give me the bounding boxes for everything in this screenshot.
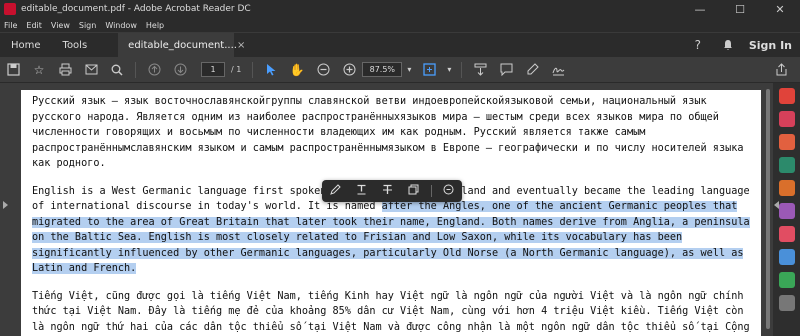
- window-title: editable_document.pdf - Adobe Acrobat Re…: [21, 4, 251, 14]
- scroll-mode-icon[interactable]: [469, 59, 491, 81]
- menu-file[interactable]: File: [4, 21, 17, 30]
- highlight-pen-icon[interactable]: [521, 59, 543, 81]
- chevron-down-icon[interactable]: ▾: [444, 59, 454, 81]
- zoom-in-icon[interactable]: [338, 59, 360, 81]
- highlight-pen-icon[interactable]: [326, 184, 344, 198]
- tab-bar: Home Tools editable_document.... × ? Sig…: [0, 32, 800, 57]
- next-page-icon[interactable]: [169, 59, 191, 81]
- paragraph-russian[interactable]: Русский язык — язык восточнославянскойгр…: [32, 94, 750, 172]
- hand-tool-icon[interactable]: ✋: [286, 59, 308, 81]
- email-icon[interactable]: [80, 59, 102, 81]
- search-icon[interactable]: [106, 59, 128, 81]
- send-for-review-icon[interactable]: [778, 249, 795, 265]
- minimize-button[interactable]: —: [680, 3, 720, 16]
- sign-in-button[interactable]: Sign In: [749, 39, 792, 52]
- comment-tool-icon[interactable]: [778, 180, 795, 196]
- organize-pages-icon[interactable]: [778, 226, 795, 242]
- save-icon[interactable]: [2, 59, 24, 81]
- vertical-scrollbar[interactable]: [763, 83, 773, 336]
- tab-document[interactable]: editable_document.... ×: [118, 33, 245, 57]
- toolbar: ☆ 1 / 1 ✋ 87.5% ▾ ▾: [0, 57, 800, 83]
- expand-left-panel-icon[interactable]: [3, 201, 8, 209]
- select-cursor-icon[interactable]: [260, 59, 282, 81]
- help-icon[interactable]: ?: [689, 36, 707, 54]
- menu-sign[interactable]: Sign: [79, 21, 96, 30]
- page-number-input[interactable]: 1: [201, 62, 225, 77]
- menu-window[interactable]: Window: [105, 21, 137, 30]
- collapse-right-panel-icon[interactable]: [774, 201, 779, 209]
- text-selection-toolbar: [322, 180, 462, 202]
- fill-sign-icon[interactable]: [778, 203, 795, 219]
- export-pdf-icon[interactable]: [778, 88, 795, 104]
- combine-files-icon[interactable]: [778, 157, 795, 173]
- share-icon[interactable]: [770, 59, 792, 81]
- signature-icon[interactable]: [547, 59, 569, 81]
- page-total: / 1: [231, 65, 242, 74]
- more-tools-icon[interactable]: [778, 295, 795, 311]
- tab-tools[interactable]: Tools: [52, 33, 99, 57]
- document-page[interactable]: Русский язык — язык восточнославянскойгр…: [21, 90, 761, 336]
- menu-edit[interactable]: Edit: [26, 21, 42, 30]
- close-button[interactable]: ✕: [760, 3, 800, 16]
- menu-view[interactable]: View: [51, 21, 70, 30]
- acrobat-logo-icon: [4, 3, 16, 15]
- underline-text-icon[interactable]: [352, 184, 370, 198]
- create-pdf-icon[interactable]: [778, 111, 795, 127]
- zoom-level-input[interactable]: 87.5%: [362, 62, 403, 77]
- tools-pane: [773, 83, 800, 336]
- zoom-out-icon[interactable]: [312, 59, 334, 81]
- fit-page-icon[interactable]: [418, 59, 440, 81]
- tab-home[interactable]: Home: [0, 33, 52, 57]
- title-bar: editable_document.pdf - Adobe Acrobat Re…: [0, 0, 800, 18]
- chevron-down-icon[interactable]: ▾: [404, 59, 414, 81]
- copy-icon[interactable]: [405, 184, 423, 198]
- notification-bell-icon[interactable]: [719, 36, 737, 54]
- toolbar-divider: [252, 61, 254, 78]
- strikethrough-text-icon[interactable]: [378, 184, 396, 198]
- edit-pdf-icon[interactable]: [778, 134, 795, 150]
- more-options-icon[interactable]: [440, 184, 458, 198]
- star-bookmark-icon[interactable]: ☆: [28, 59, 50, 81]
- left-pane: [0, 83, 14, 336]
- previous-page-icon[interactable]: [143, 59, 165, 81]
- comment-icon[interactable]: [495, 59, 517, 81]
- scrollbar-thumb[interactable]: [766, 89, 770, 329]
- menu-bar: File Edit View Sign Window Help: [0, 18, 800, 32]
- popup-divider: [430, 185, 432, 197]
- menu-help[interactable]: Help: [146, 21, 164, 30]
- toolbar-divider: [135, 61, 136, 78]
- paragraph-vietnamese[interactable]: Tiếng Việt, cũng được gọi là tiếng Việt …: [32, 289, 750, 336]
- maximize-button[interactable]: ☐: [720, 3, 760, 16]
- protect-icon[interactable]: [778, 272, 795, 288]
- tab-document-label: editable_document....: [128, 39, 237, 51]
- toolbar-divider: [461, 61, 463, 78]
- tab-close-icon[interactable]: ×: [237, 40, 245, 51]
- print-icon[interactable]: [54, 59, 76, 81]
